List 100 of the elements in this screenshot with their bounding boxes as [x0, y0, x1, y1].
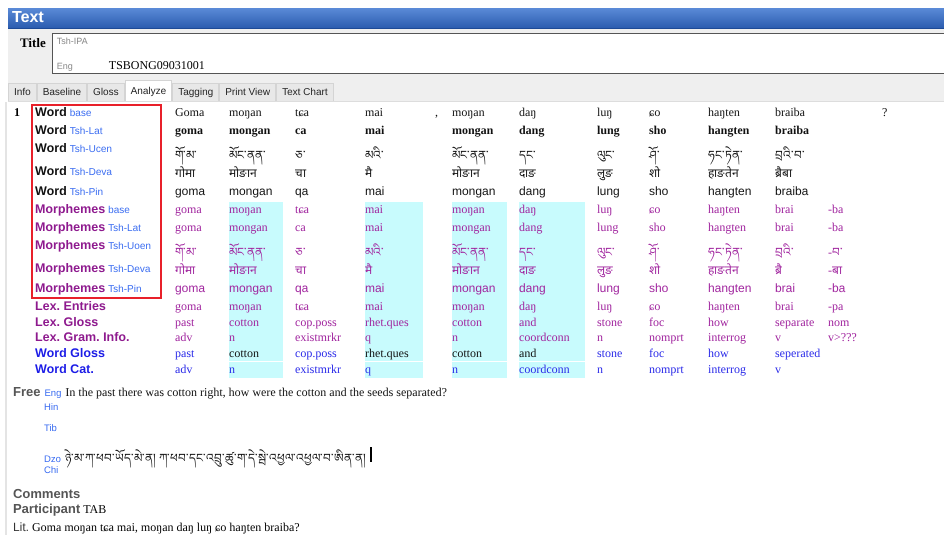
word-text: མའི་ — [365, 148, 384, 162]
word-text: ཤོ་ — [649, 245, 660, 259]
word-text: ɕo — [649, 105, 660, 119]
gloss-text: moŋan — [229, 299, 262, 313]
word-text: mongan — [452, 123, 494, 137]
word-text: mongan — [229, 184, 272, 198]
gloss-text: v — [775, 362, 781, 376]
line-label: Word — [35, 141, 67, 155]
word-text: sho — [649, 220, 666, 234]
gloss-text: nomprt — [649, 362, 684, 376]
writing-system-label: Tsh-Deva — [70, 167, 112, 178]
word-text: ब्रैबा — [775, 166, 792, 180]
line-label: Morphemes — [35, 238, 106, 252]
word-text: ? — [882, 105, 888, 119]
writing-system-label: Tsh-Ucen — [70, 144, 112, 155]
tab[interactable]: Gloss — [87, 83, 125, 101]
gloss-text: existmrkr — [295, 362, 341, 376]
tab[interactable]: Print View — [219, 83, 276, 101]
word-text: मै — [365, 263, 372, 277]
line-label: Morphemes — [35, 261, 106, 275]
writing-system-label: Eng — [44, 388, 62, 398]
tab[interactable]: Analyze — [124, 80, 172, 101]
line-label: Word Cat. — [35, 362, 94, 376]
word-text: mai — [365, 202, 383, 216]
word-text: luŋ — [597, 105, 612, 119]
word-text: tɕa — [295, 105, 309, 119]
text-cursor — [370, 446, 372, 462]
literal-translation: Goma moŋan tɕa mai, moŋan daŋ luŋ ɕo haŋten braiba? — [32, 518, 300, 534]
gloss-text: cotton — [452, 346, 482, 360]
word-text: daŋ — [519, 105, 536, 119]
gloss-text: q — [365, 362, 371, 376]
word-text: moŋan — [229, 105, 262, 119]
word-text: tɕa — [295, 202, 309, 216]
word-text: ca — [295, 123, 306, 137]
line-label: Morphemes — [35, 220, 106, 234]
word-text: मोङान — [452, 263, 480, 277]
word-text: ब्रै — [775, 263, 782, 277]
writing-system-label: Tsh-Pin — [108, 284, 142, 295]
word-text: lung — [597, 123, 620, 137]
word-text: mongan — [229, 220, 268, 234]
word-text: -བ་ — [828, 245, 843, 259]
gloss-text: daŋ — [519, 299, 536, 313]
gloss-text: tɕa — [295, 299, 309, 313]
line-label: Word Gloss — [35, 346, 105, 360]
word-text: मोङान — [229, 166, 257, 180]
word-text: མོང་ནན་ — [452, 245, 489, 259]
word-text: -ba — [828, 220, 844, 234]
word-text: braiba — [775, 184, 808, 198]
word-text: sho — [649, 123, 666, 137]
writing-system-label: Hin — [44, 402, 58, 412]
tab[interactable]: Info — [8, 83, 37, 101]
gloss-text: -pa — [828, 299, 844, 313]
word-text: ཤོ་ — [649, 148, 660, 162]
word-text: गोमा — [175, 166, 195, 180]
word-text: , — [435, 105, 438, 119]
free-label: Free — [13, 384, 40, 398]
word-text: goma — [175, 123, 203, 137]
line-label: Word — [35, 164, 67, 178]
gloss-text: n — [452, 362, 458, 376]
comments-label: Comments — [12, 486, 82, 500]
gloss-text: haŋten — [708, 299, 740, 313]
word-text: mai — [365, 281, 384, 295]
word-text: dang — [519, 220, 542, 234]
tab[interactable]: Text Chart — [276, 83, 334, 101]
gloss-text: cop.poss — [295, 314, 337, 328]
word-text: लुङ — [597, 263, 613, 277]
word-text: हाङतेन — [708, 263, 739, 277]
gloss-text: interrog — [708, 362, 746, 376]
word-text: lung — [597, 220, 618, 234]
word-text: ca — [295, 220, 306, 234]
gloss-text: rhet.ques — [365, 346, 409, 360]
line-label: Word — [35, 105, 67, 119]
gloss-text: coordconn — [519, 330, 570, 344]
writing-system-label: Tsh-Lat — [108, 223, 141, 234]
participant-label: Participant — [13, 500, 80, 516]
word-text: शो — [649, 166, 660, 180]
gloss-text: rhet.ques — [365, 314, 409, 328]
writing-system-label: Tsh-IPA — [56, 36, 89, 46]
word-text: lung — [597, 281, 620, 295]
word-text: དང་ — [519, 245, 536, 259]
gloss-text: nomprt — [649, 330, 684, 344]
word-text: हाङतेन — [708, 166, 739, 180]
title-field[interactable]: Tsh-IPA Eng TSBONG09031001 — [52, 33, 944, 74]
gloss-text: nom — [828, 314, 850, 328]
writing-system-label: base — [108, 205, 130, 216]
tab[interactable]: Baseline — [36, 83, 88, 101]
word-text: Goma — [175, 105, 204, 119]
gloss-text: and — [519, 314, 536, 328]
gloss-text: cotton — [229, 346, 259, 360]
gloss-text: past — [175, 346, 194, 360]
gloss-text: seperated — [775, 346, 820, 360]
word-text: braiba — [775, 105, 805, 119]
line-label: Word — [35, 123, 67, 137]
writing-system-label: Chi — [44, 464, 58, 476]
gloss-text: n — [229, 330, 235, 344]
gloss-text: interrog — [708, 330, 746, 344]
gloss-text: how — [708, 346, 729, 360]
tab[interactable]: Tagging — [172, 83, 220, 101]
word-text: དང་ — [519, 148, 536, 162]
gloss-text: coordconn — [519, 362, 570, 376]
